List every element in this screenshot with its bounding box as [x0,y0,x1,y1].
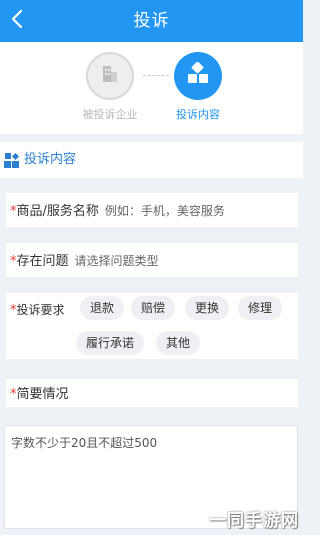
top-bar: 投诉 [0,0,303,42]
summary-placeholder: 字数不少于20且不超过500 [11,436,158,450]
step-company-circle [86,52,134,100]
summary-label: 简要情况 [16,387,69,402]
request-label: 投诉要求 [16,303,65,317]
issue-select[interactable]: 请选择问题类型 [75,254,159,268]
issue-field[interactable]: *存在问题 请选择问题类型 [6,243,298,277]
step-content-circle [174,52,222,100]
building-icon [99,63,121,89]
request-label-line: *投诉要求 [10,301,65,318]
product-input[interactable]: 例如：手机，美容服务 [105,204,225,218]
request-option-refund[interactable]: 退款 [80,296,125,320]
request-option-compensate[interactable]: 赔偿 [131,296,176,320]
step-content[interactable]: 投诉内容 [153,52,243,122]
grid-icon [4,152,20,173]
watermark: 一同手游网 [209,511,299,531]
request-field: *投诉要求 退款 赔偿 更换 修理 履行承诺 其他 [6,293,298,359]
request-option-fulfill[interactable]: 履行承诺 [76,331,145,355]
step-company-label: 被投诉企业 [82,108,138,121]
product-label: 商品/服务名称 [16,204,99,219]
request-option-repair[interactable]: 修理 [238,296,283,320]
page-title: 投诉 [133,11,170,31]
step-company[interactable]: 被投诉企业 [65,52,155,122]
step-content-label: 投诉内容 [176,108,220,121]
step-indicator: 被投诉企业 投诉内容 [0,42,303,134]
request-option-replace[interactable]: 更换 [185,296,230,320]
grid-icon [186,61,210,90]
issue-label: 存在问题 [16,254,69,269]
summary-field: *简要情况 [6,379,298,407]
product-field[interactable]: *商品/服务名称 例如：手机，美容服务 [6,193,298,227]
section-title: 投诉内容 [24,152,77,167]
section-header: 投诉内容 [0,142,303,178]
request-option-other[interactable]: 其他 [156,331,201,355]
